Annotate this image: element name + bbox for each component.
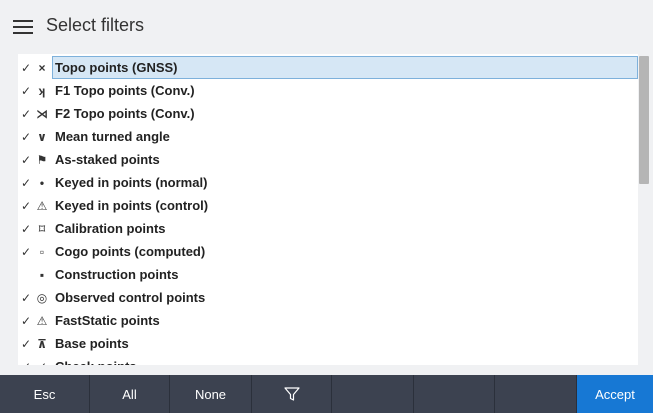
point-symbol-icon: ◎ bbox=[36, 290, 48, 305]
check-icon: ✓ bbox=[20, 175, 32, 190]
check-icon: ✓ bbox=[20, 360, 32, 366]
point-symbol-icon: ∨ bbox=[37, 129, 47, 144]
scrollbar[interactable] bbox=[638, 54, 650, 365]
empty-slot-3 bbox=[495, 375, 577, 413]
list-item-label: Construction points bbox=[55, 267, 179, 282]
list-item-label: Cogo points (computed) bbox=[55, 244, 206, 259]
menu-icon[interactable] bbox=[13, 20, 33, 34]
filter-button[interactable] bbox=[252, 375, 332, 413]
check-icon: ✓ bbox=[20, 129, 32, 144]
point-symbol-icon: • bbox=[39, 175, 45, 190]
esc-button[interactable]: Esc bbox=[0, 375, 90, 413]
list-item[interactable]: ✓ ⚠ Keyed in points (control) bbox=[18, 194, 638, 217]
check-icon: ✓ bbox=[20, 290, 32, 305]
check-icon: ✓ bbox=[20, 152, 32, 167]
none-button[interactable]: None bbox=[170, 375, 252, 413]
point-symbol-icon: ⚑ bbox=[36, 152, 48, 167]
empty-slot-1 bbox=[332, 375, 414, 413]
list-item-label: Keyed in points (control) bbox=[55, 198, 209, 213]
list-item[interactable]: ✓ × Topo points (GNSS) bbox=[18, 56, 638, 79]
list-item-label: Mean turned angle bbox=[55, 129, 170, 144]
list-item-label: As-staked points bbox=[55, 152, 160, 167]
all-button[interactable]: All bbox=[90, 375, 170, 413]
list-item[interactable]: ✓ ▫ Cogo points (computed) bbox=[18, 240, 638, 263]
list-item[interactable]: ✓✓Check points bbox=[18, 355, 638, 365]
funnel-icon bbox=[283, 387, 300, 401]
page-title: Select filters bbox=[46, 15, 145, 35]
list-item-label: Calibration points bbox=[55, 221, 166, 236]
list-item-label: Base points bbox=[55, 336, 129, 351]
list-item[interactable]: ✓ ⊼ Base points bbox=[18, 332, 638, 355]
check-icon: ✓ bbox=[20, 83, 32, 98]
list-item[interactable]: ✓ ⚠ FastStatic points bbox=[18, 309, 638, 332]
list-item-label: Observed control points bbox=[55, 290, 206, 305]
point-symbol-icon: ⋊ bbox=[36, 106, 48, 121]
check-icon: ✓ bbox=[20, 313, 32, 328]
list-item[interactable]: ✓ ∨ Mean turned angle bbox=[18, 125, 638, 148]
point-symbol-icon: ▫ bbox=[39, 244, 45, 259]
bottom-toolbar: Esc All None Accept bbox=[0, 375, 653, 413]
point-symbol-icon: ʞ bbox=[38, 83, 46, 98]
list-item-label: Keyed in points (normal) bbox=[55, 175, 208, 190]
point-symbol-icon: ▪ bbox=[39, 267, 45, 282]
point-symbol-icon: ✓ bbox=[35, 360, 49, 366]
list-item[interactable]: ▪ Construction points bbox=[18, 263, 638, 286]
accept-button[interactable]: Accept bbox=[577, 375, 653, 413]
list-item-label: Check points bbox=[52, 355, 638, 365]
point-symbol-icon: ⊼ bbox=[37, 336, 47, 351]
list-item[interactable]: ✓ ⚑ As-staked points bbox=[18, 148, 638, 171]
point-symbol-icon: ⚠ bbox=[36, 198, 48, 213]
list-item[interactable]: ✓ ⋊ F2 Topo points (Conv.) bbox=[18, 102, 638, 125]
empty-slot-2 bbox=[414, 375, 495, 413]
check-icon: ✓ bbox=[20, 60, 32, 75]
filter-list[interactable]: ✓ × Topo points (GNSS) ✓ ʞ F1 Topo points (Co… bbox=[18, 54, 638, 365]
check-icon: ✓ bbox=[20, 244, 32, 259]
list-item-label: F2 Topo points (Conv.) bbox=[55, 106, 195, 121]
list-item-label: F1 Topo points (Conv.) bbox=[55, 83, 195, 98]
point-symbol-icon: ⌑ bbox=[38, 221, 46, 236]
list-item[interactable]: ✓ ⌑ Calibration points bbox=[18, 217, 638, 240]
check-icon: ✓ bbox=[20, 106, 32, 121]
check-icon: ✓ bbox=[20, 336, 32, 351]
point-symbol-icon: × bbox=[38, 60, 46, 75]
scroll-thumb[interactable] bbox=[639, 56, 649, 184]
list-item-label: Topo points (GNSS) bbox=[52, 56, 638, 79]
check-icon: ✓ bbox=[20, 198, 32, 213]
check-icon: ✓ bbox=[20, 221, 32, 236]
point-symbol-icon: ⚠ bbox=[36, 313, 48, 328]
list-item-label: FastStatic points bbox=[55, 313, 160, 328]
list-item[interactable]: ✓ ◎ Observed control points bbox=[18, 286, 638, 309]
list-item[interactable]: ✓ • Keyed in points (normal) bbox=[18, 171, 638, 194]
header: Select filters bbox=[0, 0, 653, 52]
list-item[interactable]: ✓ ʞ F1 Topo points (Conv.) bbox=[18, 79, 638, 102]
